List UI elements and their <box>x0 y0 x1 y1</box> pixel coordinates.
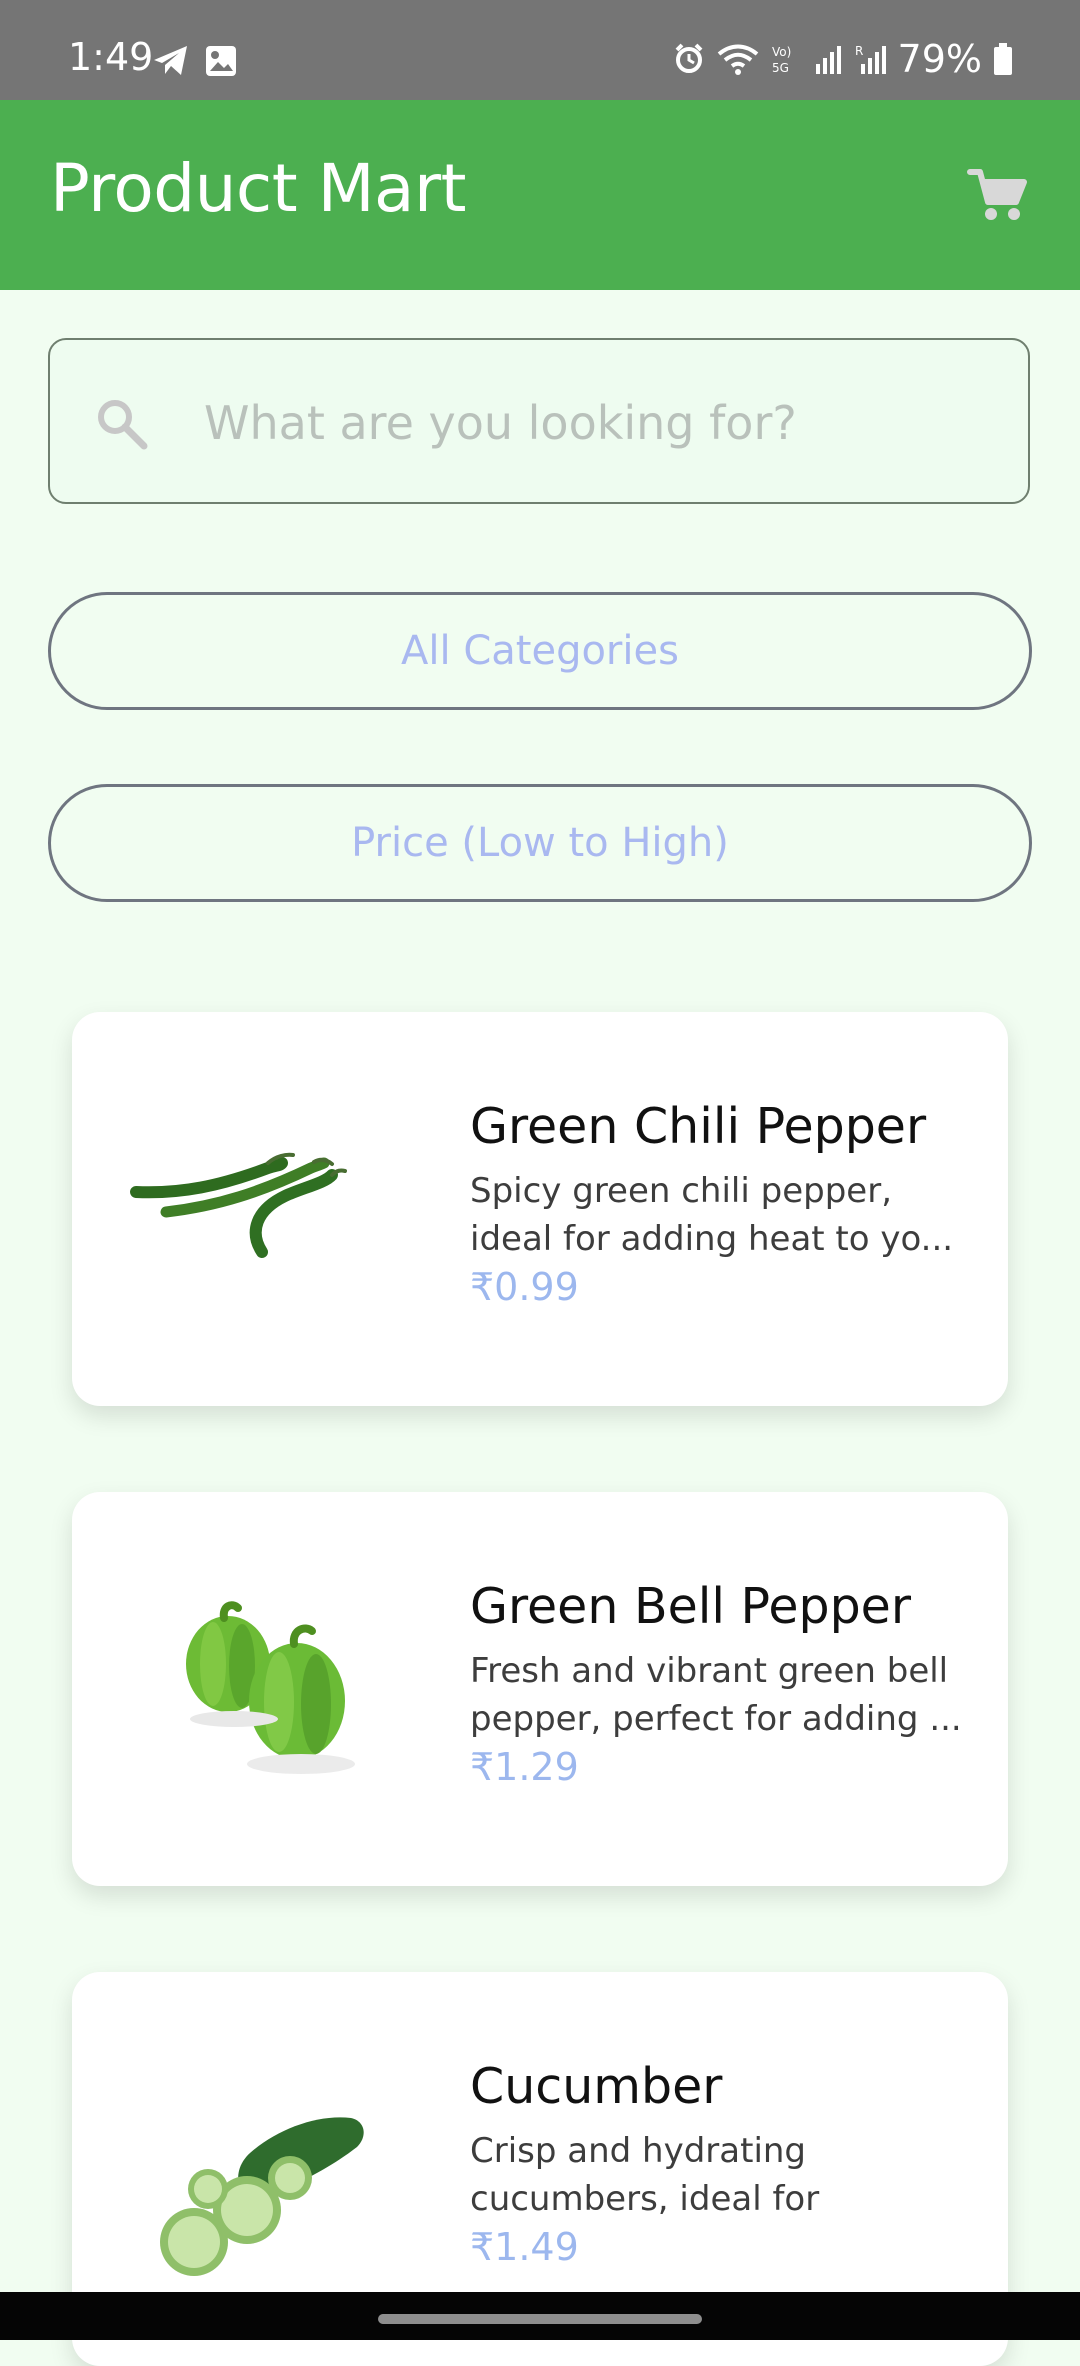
battery-icon <box>994 43 1012 75</box>
product-description: Spicy green chili pepper, ideal for addi… <box>470 1170 954 1260</box>
status-time: 1:49 <box>68 35 154 79</box>
product-price: ₹1.49 <box>470 2224 579 2269</box>
product-name: Green Chili Pepper <box>470 1098 927 1155</box>
search-bar[interactable] <box>48 338 1030 504</box>
cucumber-icon <box>160 2117 364 2276</box>
product-text: Green Bell Pepper Fresh and vibrant gree… <box>470 1578 970 1790</box>
bell-pepper-icon <box>186 1601 355 1774</box>
signal-icon <box>815 46 841 74</box>
product-text: Green Chili Pepper Spicy green chili pep… <box>470 1098 970 1310</box>
search-input[interactable] <box>204 396 984 450</box>
product-description: Crisp and hydrating cucumbers, ideal for… <box>470 2130 820 2220</box>
status-right: Vo) 5G R 79% <box>672 40 1014 78</box>
sort-filter-button[interactable]: Price (Low to High) <box>48 784 1032 902</box>
category-filter-button[interactable]: All Categories <box>48 592 1032 710</box>
status-left-icons <box>152 44 238 78</box>
green-chili-icon <box>130 1152 347 1258</box>
wifi-icon <box>717 44 758 75</box>
telegram-icon <box>154 46 187 75</box>
product-card[interactable]: Green Chili Pepper Spicy green chili pep… <box>72 1012 1008 1406</box>
navigation-bar <box>0 2292 1080 2340</box>
alarm-icon <box>675 43 702 73</box>
product-price: ₹0.99 <box>470 1264 579 1309</box>
svg-text:Vo): Vo) <box>772 45 791 59</box>
svg-text:5G: 5G <box>772 61 789 75</box>
search-icon <box>98 400 148 450</box>
product-name: Green Bell Pepper <box>470 1578 911 1635</box>
roaming-signal-icon: R <box>855 44 886 74</box>
category-filter-label: All Categories <box>401 628 679 674</box>
product-text: Cucumber Crisp and hydrating cucumbers, … <box>470 2058 970 2270</box>
volte-icon: Vo) 5G <box>772 45 791 75</box>
sort-filter-label: Price (Low to High) <box>351 820 729 866</box>
home-handle[interactable] <box>378 2314 702 2324</box>
product-description: Fresh and vibrant green bell pepper, per… <box>470 1650 962 1740</box>
svg-text:R: R <box>855 44 863 58</box>
product-name: Cucumber <box>470 2058 723 2115</box>
page-title: Product Mart <box>50 150 466 227</box>
product-price: ₹1.29 <box>470 1744 579 1789</box>
battery-percentage: 79% <box>897 37 982 81</box>
image-icon <box>206 46 236 76</box>
status-bar: 1:49 Vo) 5G R 79% <box>0 0 1080 100</box>
cart-icon[interactable] <box>964 162 1030 228</box>
product-card[interactable]: Green Bell Pepper Fresh and vibrant gree… <box>72 1492 1008 1886</box>
top-app-bar: Product Mart <box>0 100 1080 290</box>
